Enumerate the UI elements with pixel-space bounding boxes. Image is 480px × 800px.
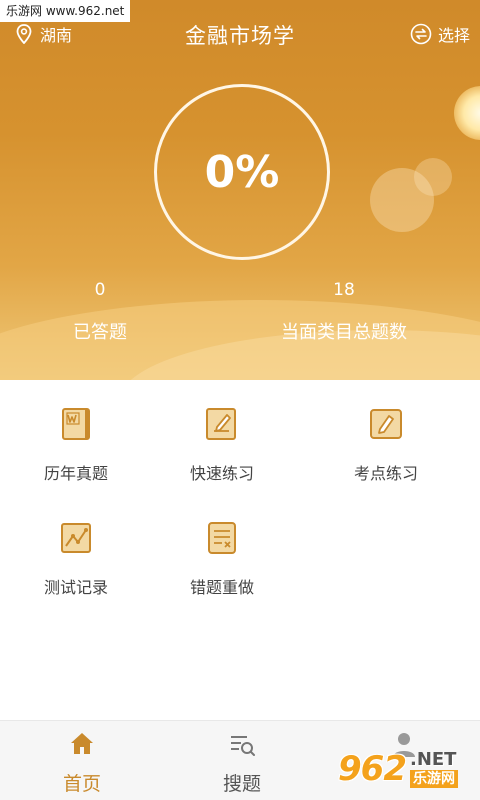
feature-label: 快速练习: [189, 464, 254, 483]
search-list-icon: [231, 736, 255, 756]
switch-icon: [410, 23, 432, 45]
feature-topic-practice[interactable]: 考点练习: [326, 404, 446, 484]
page-title: 金融市场学: [185, 24, 295, 48]
feature-past-exams[interactable]: 历年真题: [16, 404, 136, 484]
feature-grid: 历年真题 快速练习 考点练习 测试记录 错题重做: [0, 380, 480, 720]
total-label: 当面类目总题数: [281, 322, 407, 343]
book-icon: [62, 408, 90, 440]
pencil-card-icon: [370, 409, 402, 439]
wrong-list-icon: [208, 522, 236, 554]
feature-label: 历年真题: [43, 464, 108, 483]
progress-percent: 0%: [204, 146, 280, 198]
brand-cn: 乐游网: [409, 770, 458, 788]
answered-stat: 0 已答题: [40, 280, 160, 344]
feature-redo-mistakes[interactable]: 错题重做: [162, 518, 282, 598]
hero-sun: [454, 86, 480, 140]
feature-label: 考点练习: [353, 464, 418, 483]
home-icon: [71, 733, 93, 754]
nav-label: 搜题: [222, 773, 261, 795]
brand-number: 962: [338, 749, 407, 789]
brand-watermark-logo: 962 .NET 乐游网: [338, 744, 478, 794]
select-button[interactable]: 选择: [410, 22, 470, 46]
nav-home[interactable]: 首页: [22, 729, 142, 796]
progress-ring: 0%: [154, 84, 330, 260]
feature-test-records[interactable]: 测试记录: [16, 518, 136, 598]
nav-search[interactable]: 搜题: [182, 729, 302, 796]
answered-count: 0: [94, 280, 106, 300]
site-watermark: 乐游网 www.962.net: [0, 0, 131, 22]
header-hero: 湖南 金融市场学 选择 0% 0 已答题 18 当面类目总题数: [0, 0, 480, 380]
edit-note-icon: [206, 408, 236, 440]
brand-side: .NET 乐游网: [409, 749, 458, 788]
hero-bokeh: [414, 158, 452, 196]
feature-label: 测试记录: [43, 578, 108, 597]
line-chart-icon: [61, 523, 91, 553]
nav-label: 首页: [62, 773, 101, 795]
total-count: 18: [333, 280, 355, 300]
answered-label: 已答题: [73, 322, 127, 343]
feature-label: 错题重做: [189, 578, 254, 597]
feature-quick-practice[interactable]: 快速练习: [162, 404, 282, 484]
select-label: 选择: [437, 26, 470, 45]
brand-net: .NET: [409, 749, 457, 770]
total-stat: 18 当面类目总题数: [264, 280, 424, 344]
